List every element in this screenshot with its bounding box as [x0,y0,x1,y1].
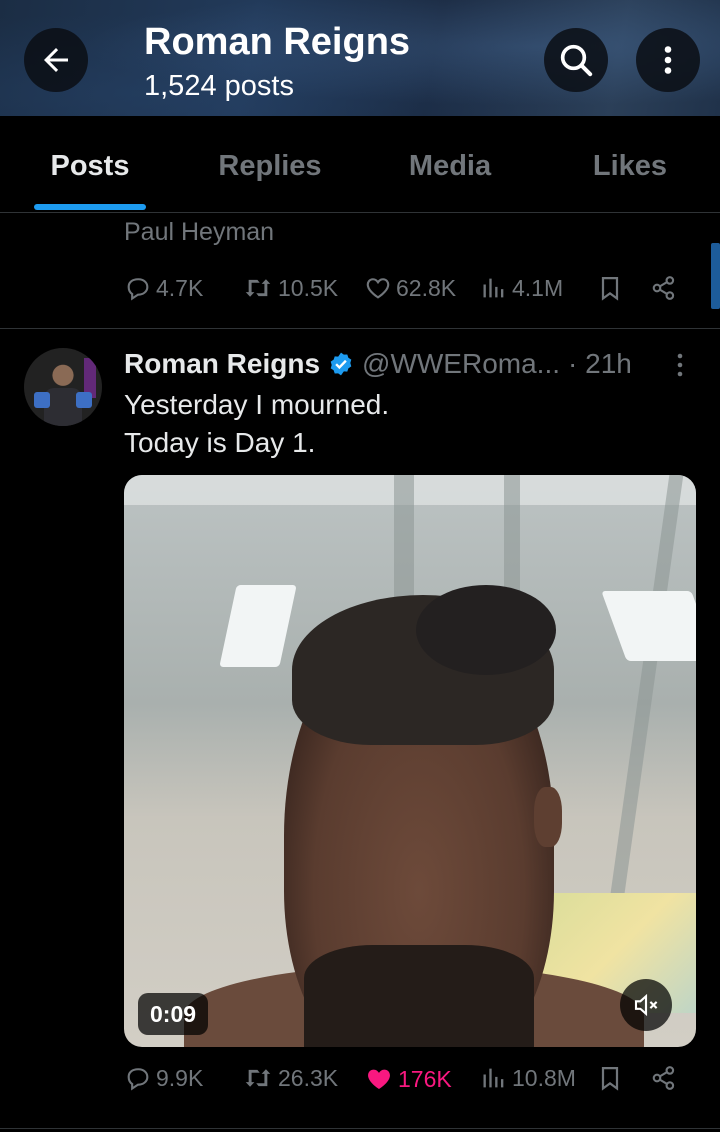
tweet-video[interactable]: 0:09 [124,475,696,1047]
reply-icon [127,1068,149,1091]
search-icon [560,44,593,77]
views-button[interactable]: 10.8M [480,1064,576,1092]
tweet-divider [0,1128,720,1129]
tab-likes[interactable]: Likes [540,116,720,212]
reply-button[interactable]: 4.7K [124,274,203,302]
views-icon [483,278,504,298]
like-count: 176K [398,1065,452,1092]
tweet-header: Roman Reigns @WWERoma... · 21h [124,344,632,384]
bookmark-button[interactable] [596,274,628,302]
reply-count: 4.7K [156,274,204,301]
previous-tweet-actions: 4.7K 10.5K 62.8K 4.1M [124,274,684,314]
repost-icon [245,279,271,297]
avatar[interactable] [24,348,102,426]
tweet-text-line: Today is Day 1. [124,427,316,458]
share-icon [652,1066,675,1090]
tweet-actions: 9.9K 26.3K 176K 10.8M [124,1064,684,1104]
tab-media[interactable]: Media [360,116,540,212]
share-button[interactable] [650,274,682,302]
speaker-muted-icon [634,993,658,1017]
heart-icon [366,278,390,299]
repost-icon [245,1069,271,1087]
header-title-block: Roman Reigns 1,524 posts [144,20,410,104]
verified-badge-icon [330,352,352,376]
tweet-text-line: Yesterday I mourned. [124,389,390,420]
video-duration: 0:09 [138,993,209,1035]
more-vertical-icon [677,353,683,377]
previous-tweet-author: Paul Heyman [124,218,275,246]
tweet-divider [0,328,720,329]
reply-button[interactable]: 9.9K [124,1064,203,1092]
post-count: 1,524 posts [144,70,294,102]
like-button[interactable]: 62.8K [364,274,456,302]
bookmark-icon [601,276,619,301]
scrollbar[interactable] [711,243,720,309]
reply-count: 9.9K [156,1064,204,1091]
tweet-text: Yesterday I mourned. Today is Day 1. [124,386,389,462]
like-count: 62.8K [396,274,457,301]
search-button[interactable] [544,28,608,92]
repost-count: 26.3K [278,1064,339,1091]
like-button[interactable]: 176K [364,1064,452,1094]
tweet-more-button[interactable] [668,350,692,385]
view-count: 10.8M [512,1064,576,1091]
tweet-author-handle[interactable]: @WWERoma... [362,348,560,380]
bookmark-icon [601,1066,619,1091]
tab-replies[interactable]: Replies [180,116,360,212]
tab-posts[interactable]: Posts [0,116,180,212]
reply-icon [127,278,149,301]
repost-button[interactable]: 26.3K [242,1064,338,1092]
active-tab-indicator [34,204,146,210]
heart-filled-icon [368,1069,390,1089]
share-icon [652,276,675,300]
tweet-author-name[interactable]: Roman Reigns [124,348,320,380]
bookmark-button[interactable] [596,1064,628,1092]
view-count: 4.1M [512,274,564,301]
repost-count: 10.5K [278,274,339,301]
back-button[interactable] [24,28,88,92]
more-options-button[interactable] [636,28,700,92]
views-button[interactable]: 4.1M [480,274,563,302]
share-button[interactable] [650,1064,682,1092]
mute-toggle-button[interactable] [620,979,672,1031]
profile-tabs: Posts Replies Media Likes [0,116,720,213]
repost-button[interactable]: 10.5K [242,274,338,302]
back-arrow-icon [44,48,68,72]
profile-name-title: Roman Reigns [144,21,411,63]
more-vertical-icon [664,46,672,74]
tweet-timestamp[interactable]: · 21h [568,348,632,380]
views-icon [483,1068,504,1088]
